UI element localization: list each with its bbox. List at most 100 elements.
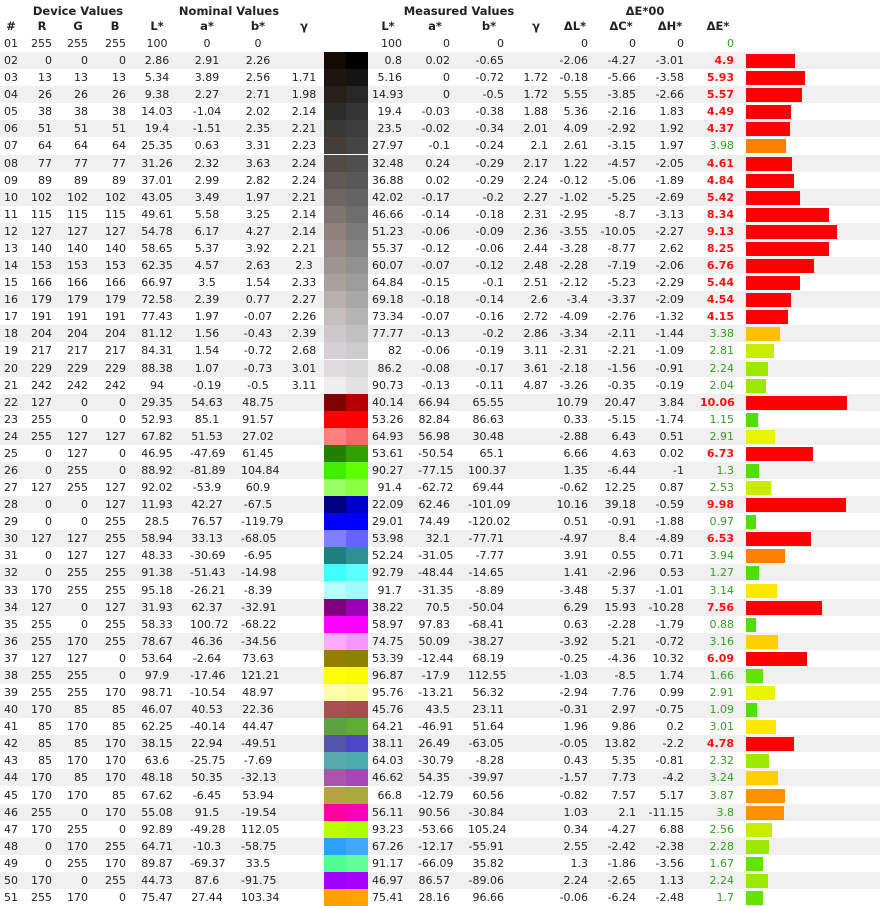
cell-measured-b: 30.48 <box>472 429 505 443</box>
cell-measured-l: 55.37 <box>372 241 404 255</box>
nominal-color-swatch <box>324 462 346 479</box>
measured-color-swatch <box>346 410 368 428</box>
table-row: 21 242 242 242 94 -0.19 -0.5 3.11 90.73 -0.13 -0.1… <box>0 376 880 394</box>
cell-nominal-l: 48.33 <box>141 549 173 563</box>
cell-g: 127 <box>67 549 88 563</box>
cell-measured-a: 86.57 <box>418 873 451 887</box>
cell-nominal-l: 98.71 <box>141 686 173 700</box>
cell-nominal-gamma <box>290 582 318 599</box>
cell-measured-a: -0.13 <box>421 327 450 341</box>
cell-measured-l: 75.41 <box>372 891 404 904</box>
cell-b: 170 <box>105 771 126 785</box>
cell-b: 217 <box>105 344 126 358</box>
cell-delta-e: 5.44 <box>706 276 734 290</box>
cell-measured-l: 45.76 <box>372 703 404 717</box>
cell-nominal-l: 62.35 <box>141 259 173 273</box>
nominal-color-swatch <box>324 649 346 667</box>
cell-number: 01 <box>4 37 18 50</box>
cell-nominal-gamma <box>290 752 318 769</box>
cell-g: 0 <box>81 873 88 887</box>
cell-delta-l: -0.18 <box>559 71 588 85</box>
cell-g: 127 <box>67 224 88 238</box>
cell-nominal-a: 5.37 <box>194 241 220 255</box>
measured-color-swatch <box>346 513 368 531</box>
cell-g: 102 <box>67 190 88 204</box>
cell-nominal-gamma: 2.14 <box>291 207 317 221</box>
cell-r: 255 <box>31 805 52 819</box>
delta-e-bar <box>746 737 794 752</box>
cell-delta-c: -8.77 <box>607 241 636 255</box>
cell-b: 127 <box>105 481 126 495</box>
cell-measured-l: 90.27 <box>372 464 404 477</box>
cell-delta-h: 1.92 <box>659 122 685 136</box>
table-row: 46 255 0 170 55.08 91.5 -19.54 56.11 90.56 -30.84… <box>0 803 880 821</box>
cell-nominal-a: -10.54 <box>190 686 226 700</box>
cell-nominal-b: -119.79 <box>241 515 284 529</box>
cell-delta-c: -4.27 <box>607 54 636 68</box>
cell-nominal-gamma <box>290 769 318 786</box>
cell-r: 26 <box>38 88 52 102</box>
cell-delta-l: -2.88 <box>559 429 588 443</box>
cell-measured-a: -0.06 <box>421 344 450 358</box>
cell-g: 170 <box>67 754 88 768</box>
cell-delta-e: 4.61 <box>706 156 734 170</box>
cell-delta-l: 2.55 <box>563 839 589 853</box>
delta-e-bar <box>746 566 759 581</box>
cell-measured-l: 82 <box>388 344 402 358</box>
cell-delta-e: 1.3 <box>716 464 735 477</box>
nominal-color-swatch <box>324 393 346 411</box>
cell-measured-gamma <box>520 547 548 564</box>
cell-delta-h: -0.75 <box>655 703 684 717</box>
measured-color-swatch <box>346 564 368 582</box>
cell-measured-l: 64.03 <box>372 754 404 768</box>
col-header-b: B <box>110 19 120 33</box>
cell-b: 242 <box>105 378 126 392</box>
nominal-color-swatch <box>324 120 346 138</box>
cell-nominal-gamma <box>290 821 318 838</box>
cell-nominal-l: 84.31 <box>141 344 173 358</box>
cell-delta-l: -4.09 <box>559 310 588 324</box>
cell-nominal-b: -58.75 <box>241 839 277 853</box>
cell-r: 127 <box>31 532 52 546</box>
cell-delta-c: -2.76 <box>607 310 636 324</box>
table-row: 27 127 255 127 92.02 -53.9 60.9 91.4 -62.72 69.44… <box>0 479 880 497</box>
cell-delta-h: -2.29 <box>655 276 684 290</box>
measured-color-swatch <box>346 427 368 445</box>
cell-nominal-l: 94 <box>150 378 164 392</box>
cell-delta-e: 3.8 <box>716 805 735 819</box>
delta-e-bar <box>746 446 813 461</box>
nominal-color-swatch <box>324 684 346 702</box>
delta-e-bar <box>746 668 763 683</box>
cell-r: 127 <box>31 600 52 614</box>
cell-nominal-l: 88.92 <box>141 464 173 477</box>
cell-delta-c: 7.57 <box>611 788 637 802</box>
cell-b: 77 <box>112 156 126 170</box>
cell-nominal-l: 37.01 <box>141 173 173 187</box>
cell-measured-a: 50.09 <box>418 634 451 648</box>
cell-measured-gamma <box>520 889 548 906</box>
cell-r: 255 <box>31 668 52 682</box>
cell-nominal-l: 81.12 <box>141 327 173 341</box>
cell-measured-b: -50.04 <box>468 600 504 614</box>
cell-measured-gamma <box>520 445 548 462</box>
table-row: 18 204 204 204 81.12 1.56 -0.43 2.39 77.77 -0.13 -… <box>0 325 880 343</box>
cell-b: 85 <box>112 788 126 802</box>
cell-measured-b: -0.38 <box>475 105 504 119</box>
cell-nominal-gamma <box>290 787 318 804</box>
cell-g: 85 <box>74 703 88 717</box>
delta-e-bar <box>746 720 776 735</box>
cell-number: 39 <box>4 686 18 700</box>
measured-color-swatch <box>346 479 368 497</box>
cell-measured-gamma <box>520 769 548 786</box>
cell-delta-e: 3.16 <box>709 634 735 648</box>
cell-nominal-gamma: 2.14 <box>291 105 317 119</box>
nominal-color-swatch <box>324 479 346 497</box>
cell-measured-gamma: 2.51 <box>523 276 549 290</box>
cell-delta-c: -2.96 <box>607 566 636 580</box>
cell-delta-c: -1.86 <box>607 856 636 870</box>
cell-nominal-gamma <box>290 496 318 513</box>
table-row: 13 140 140 140 58.65 5.37 3.92 2.21 55.37 -0.12 -0… <box>0 239 880 257</box>
cell-nominal-b: 48.75 <box>242 395 274 409</box>
table-row: 35 255 0 255 58.33 100.72 -68.22 58.97 97.83 -68.… <box>0 615 880 633</box>
cell-nominal-gamma <box>290 479 318 496</box>
